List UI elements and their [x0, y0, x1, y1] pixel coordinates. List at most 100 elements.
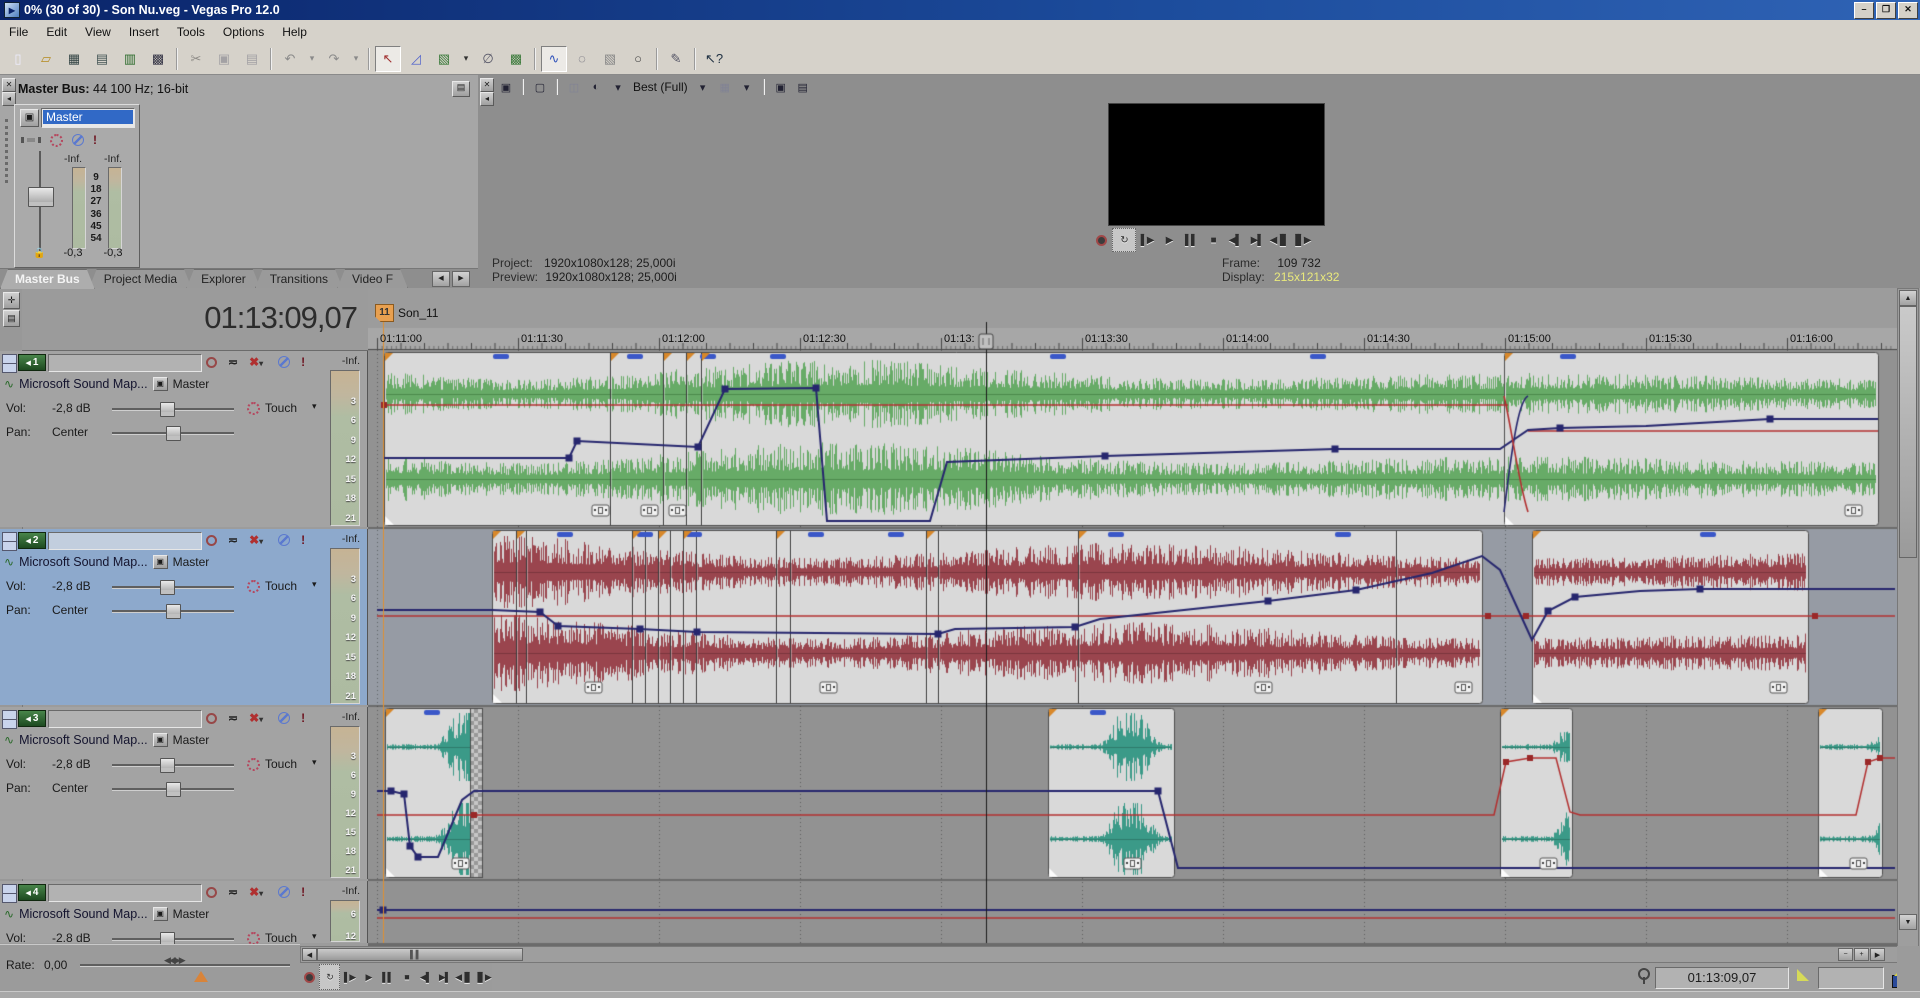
insert-fx-icon[interactable]	[21, 137, 41, 143]
stop-button[interactable]: ■	[397, 965, 416, 989]
play-from-start-button[interactable]: ▌▶	[340, 965, 359, 989]
track-restore-icon[interactable]	[2, 719, 17, 729]
arm-record-icon[interactable]	[206, 713, 217, 724]
automation-caret-icon[interactable]: ▾	[312, 401, 317, 412]
overlays-grid-icon[interactable]: ▦	[715, 78, 735, 96]
previous-frame-button[interactable]: ◀▐▌	[1268, 229, 1290, 251]
track-bus[interactable]: Master	[173, 733, 210, 747]
device-chain-icon[interactable]: ∿	[4, 733, 14, 747]
undo-menu-icon[interactable]: ▾	[305, 46, 319, 72]
redo-menu-icon[interactable]: ▾	[349, 46, 363, 72]
vol-value[interactable]: -2,8 dB	[52, 579, 91, 593]
track-restore-icon[interactable]	[2, 893, 17, 903]
render-as-icon[interactable]: ▩	[145, 46, 171, 72]
timeline-lock-icon[interactable]: ▤	[3, 310, 20, 327]
pan-slider[interactable]	[166, 604, 181, 619]
track-name-field[interactable]	[48, 354, 202, 372]
project-properties-icon[interactable]: ▤	[89, 46, 115, 72]
arm-record-icon[interactable]	[206, 357, 217, 368]
track-device[interactable]: Microsoft Sound Map...	[19, 377, 148, 391]
paste-icon[interactable]: ▤	[239, 46, 265, 72]
mute-icon[interactable]: ✖▾	[249, 533, 267, 547]
selection-cursor-icon[interactable]: ▧	[597, 46, 623, 72]
track-bus[interactable]: Master	[173, 377, 210, 391]
tabs-scroll-left[interactable]: ◀	[432, 271, 450, 287]
track-header-3[interactable]: ◀3≂✖▾!-Inf.∿Microsoft Sound Map...▣Maste…	[0, 707, 368, 879]
vol-slider[interactable]	[160, 758, 175, 773]
track-envelope-icon[interactable]: ≂	[228, 711, 238, 725]
edit-cursor-timecode[interactable]: 01:13:09,07	[22, 300, 357, 336]
preview-quality-value[interactable]: Best (Full)	[630, 80, 691, 94]
save-snapshot-icon[interactable]: ▤	[793, 78, 813, 96]
track-header-2[interactable]: ◀2≂✖▾!-Inf.∿Microsoft Sound Map...▣Maste…	[0, 529, 368, 705]
go-to-start-button[interactable]: ◀▌	[1224, 229, 1246, 251]
menu-view[interactable]: View	[76, 22, 120, 42]
track-restore-icon[interactable]	[2, 541, 17, 551]
menu-file[interactable]: File	[0, 22, 37, 42]
track-name-field[interactable]	[48, 710, 202, 728]
save-project-icon[interactable]: ▦	[61, 46, 87, 72]
device-chain-icon[interactable]: ∿	[4, 907, 14, 921]
automation-mode[interactable]: Touch	[265, 401, 297, 415]
overlays-caret-icon[interactable]: ▾	[737, 78, 757, 96]
whats-this-help-icon[interactable]: ↖?	[701, 46, 727, 72]
pin-preview-icon[interactable]: ◂	[480, 92, 494, 106]
play-button[interactable]: ▶	[359, 965, 378, 989]
track-device[interactable]: Microsoft Sound Map...	[19, 907, 148, 921]
mute-icon[interactable]	[72, 134, 84, 146]
next-frame-button[interactable]: ▐▌▶	[473, 965, 492, 989]
tab-explorer[interactable]: Explorer	[186, 269, 261, 289]
automation-caret-icon[interactable]: ▾	[312, 757, 317, 768]
cut-icon[interactable]: ✂	[183, 46, 209, 72]
record-button[interactable]	[300, 965, 319, 989]
zoom-in-icon[interactable]: +	[1854, 948, 1869, 961]
master-window-icon[interactable]: ▣	[20, 109, 39, 127]
panel-grip[interactable]	[5, 119, 8, 183]
pan-value[interactable]: Center	[52, 603, 88, 617]
pause-button[interactable]: ▌▌	[1180, 229, 1202, 251]
panel-list-icon[interactable]: ▤	[452, 81, 470, 97]
timeline-canvas[interactable]	[368, 288, 1897, 946]
close-preview-icon[interactable]: ✕	[480, 78, 494, 92]
track-device[interactable]: Microsoft Sound Map...	[19, 555, 148, 569]
bus-assign-icon[interactable]: ▣	[153, 907, 168, 921]
master-name-field[interactable]: Master	[41, 108, 135, 128]
tabs-scroll-right[interactable]: ▶	[452, 271, 470, 287]
automation-mode[interactable]: Touch	[265, 757, 297, 771]
track-restore-icon[interactable]	[2, 363, 17, 373]
vol-slider[interactable]	[160, 402, 175, 417]
pan-value[interactable]: Center	[52, 425, 88, 439]
open-project-icon[interactable]: ▱	[33, 46, 59, 72]
menu-insert[interactable]: Insert	[120, 22, 168, 42]
v-scroll-thumb[interactable]	[1899, 306, 1917, 558]
menu-edit[interactable]: Edit	[37, 22, 76, 42]
solo-icon[interactable]	[278, 886, 290, 898]
pause-button[interactable]: ▌▌	[378, 965, 397, 989]
track-name-field[interactable]	[48, 532, 202, 550]
vol-slider[interactable]	[160, 580, 175, 595]
track-bus[interactable]: Master	[173, 907, 210, 921]
solo-icon[interactable]	[278, 534, 290, 546]
rate-slider-handle[interactable]: ◀◀▶▶	[164, 955, 184, 966]
bus-assign-icon[interactable]: ▣	[153, 733, 168, 747]
go-to-end-button[interactable]: ▶▌	[1246, 229, 1268, 251]
edit-tool-menu-icon[interactable]: ▾	[459, 46, 473, 72]
mute-caret-icon[interactable]: ▾	[259, 715, 263, 724]
selection-edit-tool-icon[interactable]: ▧	[431, 46, 457, 72]
v-scroll-up-icon[interactable]: ▲	[1899, 290, 1917, 306]
h-scroll-right-icon[interactable]: ▶	[1870, 948, 1885, 961]
automation-mode[interactable]: Touch	[265, 579, 297, 593]
previous-frame-button[interactable]: ◀▐▌	[454, 965, 473, 989]
automation-caret-icon[interactable]: ▾	[312, 579, 317, 590]
phase-icon[interactable]: !	[301, 355, 305, 369]
track-device[interactable]: Microsoft Sound Map...	[19, 733, 148, 747]
timeline-marker[interactable]: 11 Son_11	[375, 304, 438, 322]
track-bus[interactable]: Master	[173, 555, 210, 569]
vol-value[interactable]: -2,8 dB	[52, 757, 91, 771]
mute-caret-icon[interactable]: ▾	[259, 537, 263, 546]
pan-value[interactable]: Center	[52, 781, 88, 795]
video-preview-prefs-icon[interactable]: ▣	[496, 78, 516, 96]
pan-slider[interactable]	[166, 782, 181, 797]
track-header-1[interactable]: ◀1≂✖▾!-Inf.∿Microsoft Sound Map...▣Maste…	[0, 351, 368, 527]
copy-snapshot-icon[interactable]: ▣	[771, 78, 791, 96]
